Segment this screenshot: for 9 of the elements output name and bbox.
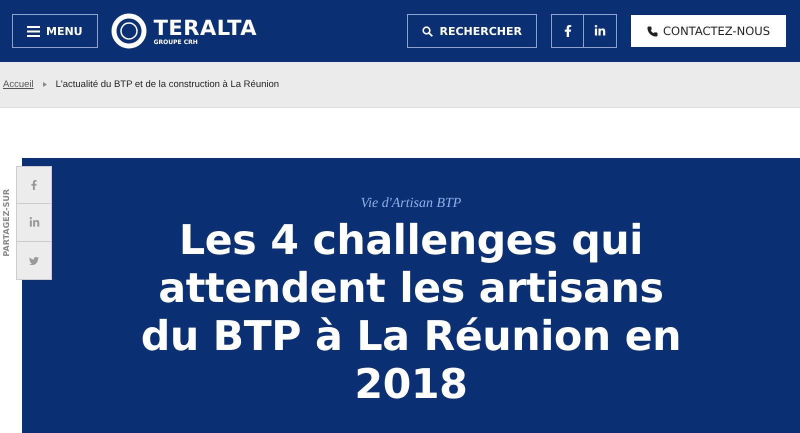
contact-button[interactable]: CONTACTEZ-NOUS [631,15,786,47]
breadcrumb-current: L'actualité du BTP et de la construction à La Réunion [56,79,280,90]
article-category[interactable]: Vie d'Artisan BTP [360,196,462,212]
article-title: Les 4 challenges qui attendent les artisans du BTP à La Réunion en 2018 [140,216,682,408]
breadcrumb-link[interactable]: Accueil [3,79,34,90]
share-label: PARTAGEZ-SUR [2,189,12,257]
search-button[interactable]: RECHERCHER [407,14,537,48]
logo-name: TERALTA [154,16,258,38]
menu-button[interactable]: MENU [12,14,98,48]
